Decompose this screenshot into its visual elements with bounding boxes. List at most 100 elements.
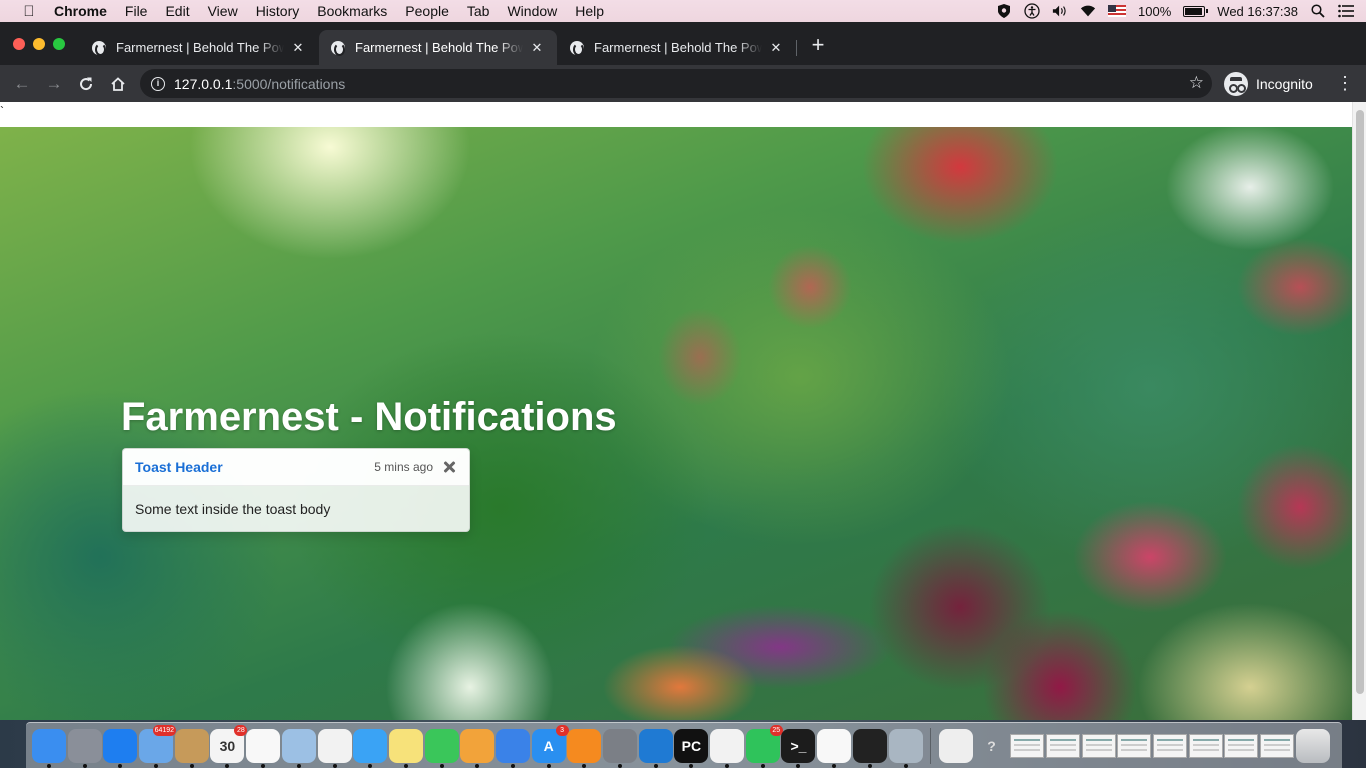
menu-edit[interactable]: Edit: [165, 3, 189, 19]
dock-contacts-icon[interactable]: [174, 728, 209, 768]
dock-whatsapp-icon[interactable]: 25: [745, 724, 783, 768]
wifi-icon[interactable]: [1080, 3, 1096, 19]
menu-people[interactable]: People: [405, 3, 449, 19]
dock-books-icon[interactable]: [567, 728, 602, 768]
macos-menubar:  Chrome File Edit View History Bookmark…: [0, 0, 1366, 22]
minimized-window-thumbnail[interactable]: [1045, 733, 1080, 758]
dock-separator: [930, 727, 932, 764]
reload-button[interactable]: [70, 70, 102, 98]
dock-app-store-icon[interactable]: A3: [531, 724, 569, 768]
toast-header: Toast Header 5 mins ago: [123, 449, 469, 486]
site-info-icon[interactable]: i: [151, 76, 165, 91]
running-indicator: [832, 763, 837, 768]
dock-mail-icon[interactable]: 64192: [139, 724, 177, 768]
minimized-window-thumbnail[interactable]: [1188, 733, 1223, 758]
dock-keynote-icon[interactable]: [495, 728, 530, 768]
tab-title: Farmernest | Behold The Power: [355, 40, 523, 55]
tab-title: Farmernest | Behold The Power: [594, 40, 762, 55]
page-title: Farmernest - Notifications: [121, 395, 617, 439]
menu-tab[interactable]: Tab: [467, 3, 490, 19]
dock-chrome-icon[interactable]: [710, 728, 745, 768]
menu-history[interactable]: History: [256, 3, 300, 19]
minimized-window-thumbnail[interactable]: [1153, 733, 1187, 758]
dock-pycharm-icon[interactable]: PC: [674, 728, 709, 768]
minimized-window-thumbnail[interactable]: [1117, 733, 1152, 758]
dock-finder-icon[interactable]: [32, 728, 66, 768]
tab-close-icon[interactable]: ✕: [529, 40, 545, 56]
dock-preview-icon[interactable]: [281, 728, 316, 768]
dock-image-capture-icon[interactable]: [888, 728, 923, 768]
toast: Toast Header 5 mins ago Some text inside…: [122, 448, 470, 532]
apple-menu-icon[interactable]: : [20, 3, 38, 20]
dock-notes-icon[interactable]: [388, 728, 423, 768]
volume-icon[interactable]: [1052, 3, 1068, 19]
dock-calendar-icon[interactable]: 30 28: [210, 724, 248, 768]
incognito-icon: [1224, 71, 1248, 96]
tab-close-icon[interactable]: ✕: [768, 40, 784, 56]
minimize-window-button[interactable]: [33, 38, 45, 50]
minimized-window-thumbnail[interactable]: [1260, 733, 1295, 758]
dock-activity-monitor-icon[interactable]: [852, 728, 887, 768]
zoom-window-button[interactable]: [53, 38, 65, 50]
stray-character: `: [0, 104, 4, 118]
notification-center-icon[interactable]: [1338, 3, 1354, 19]
dock-terminal-icon[interactable]: >_: [781, 728, 816, 768]
menu-bookmarks[interactable]: Bookmarks: [317, 3, 387, 19]
menu-window[interactable]: Window: [507, 3, 557, 19]
running-indicator: [546, 763, 551, 768]
running-indicator: [296, 763, 301, 768]
tab-3[interactable]: Farmernest | Behold The Power ✕: [558, 30, 796, 65]
shield-icon[interactable]: [996, 3, 1012, 19]
dock-system-preferences-icon[interactable]: [603, 728, 637, 768]
tab-2[interactable]: Farmernest | Behold The Power ✕: [319, 30, 557, 65]
forward-button[interactable]: →: [38, 70, 70, 98]
menu-file[interactable]: File: [125, 3, 148, 19]
battery-percent: 100%: [1138, 3, 1172, 19]
spotlight-icon[interactable]: [1310, 3, 1326, 19]
minimized-window-thumbnail[interactable]: [1010, 733, 1045, 758]
vertical-scrollbar[interactable]: [1352, 102, 1366, 720]
tab-1[interactable]: Farmernest | Behold The Power ✕: [80, 30, 318, 65]
dock-trash-icon[interactable]: [1295, 728, 1330, 763]
running-indicator: [725, 763, 730, 768]
back-button[interactable]: ←: [6, 70, 38, 98]
dock-reminders-icon[interactable]: [246, 728, 281, 768]
dock-pages-icon[interactable]: [460, 728, 495, 768]
dock-downloads-stack-icon[interactable]: [938, 728, 973, 763]
close-icon[interactable]: [441, 459, 457, 475]
dock-help-stack-icon[interactable]: ?: [975, 729, 1009, 763]
toast-title: Toast Header: [135, 459, 223, 475]
url-text[interactable]: 127.0.0.1:5000/notifications: [174, 76, 345, 92]
accessibility-icon[interactable]: [1024, 3, 1040, 19]
tab-divider: [796, 40, 797, 56]
dock-facetime-icon[interactable]: [424, 728, 459, 768]
us-flag-icon[interactable]: [1108, 5, 1127, 17]
clock[interactable]: Wed 16:37:38: [1217, 4, 1298, 19]
chrome-toolbar: ← → i 127.0.0.1:5000/notifications ☆ Inc…: [0, 65, 1366, 102]
menu-view[interactable]: View: [208, 3, 238, 19]
tab-close-icon[interactable]: ✕: [290, 40, 306, 56]
minimized-window-thumbnail[interactable]: [1081, 733, 1116, 758]
menu-app-name[interactable]: Chrome: [54, 3, 107, 19]
dock-photos-icon[interactable]: [317, 728, 352, 768]
running-indicator: [332, 763, 337, 768]
chrome-menu-icon[interactable]: ⋮: [1336, 69, 1354, 98]
url-path: :5000/notifications: [232, 75, 346, 92]
dock-messages-icon[interactable]: [353, 728, 388, 768]
menu-help[interactable]: Help: [575, 3, 604, 19]
new-tab-button[interactable]: +: [807, 34, 829, 56]
dock-safari-icon[interactable]: [103, 728, 138, 768]
home-button[interactable]: [102, 70, 134, 98]
scrollbar-thumb[interactable]: [1356, 110, 1364, 694]
running-indicator: [582, 763, 587, 768]
close-window-button[interactable]: [13, 38, 25, 50]
dock-textedit-icon[interactable]: [817, 728, 852, 768]
dock-vscode-icon[interactable]: [638, 728, 673, 768]
dock-launchpad-icon[interactable]: [67, 728, 102, 768]
minimized-window-thumbnail[interactable]: [1224, 733, 1259, 758]
bookmark-star-icon[interactable]: ☆: [1189, 73, 1204, 93]
running-indicator: [82, 763, 87, 768]
incognito-badge[interactable]: Incognito: [1220, 69, 1317, 98]
battery-icon[interactable]: [1183, 5, 1209, 17]
address-bar[interactable]: i 127.0.0.1:5000/notifications ☆: [140, 69, 1212, 98]
